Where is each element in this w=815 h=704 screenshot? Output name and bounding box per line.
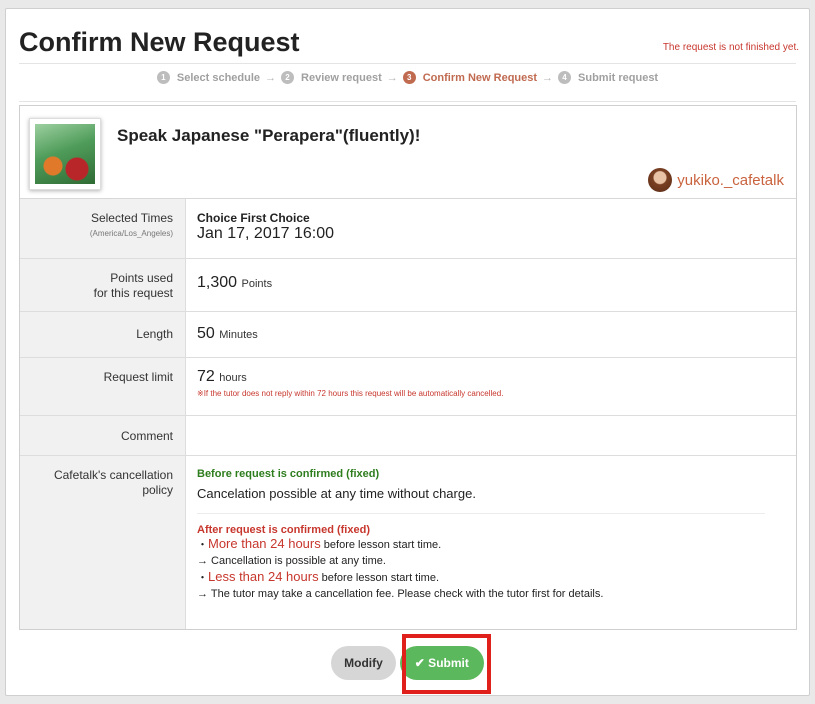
- row-label-text: Points used: [110, 271, 173, 285]
- step-confirm-request: 3 Confirm New Request: [402, 71, 538, 84]
- page-title: Confirm New Request: [19, 27, 300, 57]
- request-limit-label: Request limit: [20, 358, 186, 415]
- step-label: Confirm New Request: [422, 71, 538, 84]
- row-label-text: Selected Times: [90, 211, 173, 225]
- policy-line-more-than-24: ・More than 24 hours before lesson start …: [197, 536, 785, 553]
- step-label: Submit request: [578, 71, 659, 84]
- policy-line-less-than-24: ・Less than 24 hours before lesson start …: [197, 569, 785, 586]
- step-submit-request: 4 Submit request: [558, 71, 658, 84]
- policy-line-cancel-anytime: → Cancellation is possible at any time.: [197, 555, 386, 567]
- step-review-request: 2 Review request: [281, 71, 382, 84]
- points-value: 1,300 Points: [186, 259, 796, 311]
- policy-highlight: Less than 24 hours: [208, 569, 319, 584]
- cancellation-policy-label: Cafetalk's cancellation policy: [20, 456, 186, 629]
- selected-datetime: Jan 17, 2017 16:00: [197, 225, 335, 242]
- request-details-panel: Speak Japanese "Perapera"(fluently)! yuk…: [19, 105, 797, 630]
- title-divider: [19, 63, 796, 64]
- comment-value: [186, 416, 796, 455]
- policy-before-title: Before request is confirmed (fixed): [197, 468, 380, 480]
- lesson-header: Speak Japanese "Perapera"(fluently)! yuk…: [20, 106, 796, 199]
- step-number: 1: [156, 71, 170, 84]
- tutor-name: yukiko._cafetalk: [677, 171, 784, 189]
- comment-row: Comment: [20, 416, 796, 456]
- policy-before-text: Cancelation possible at any time without…: [197, 486, 476, 501]
- cancellation-policy-row: Cafetalk's cancellation policy Before re…: [20, 456, 796, 629]
- row-label-text: Cafetalk's cancellation: [53, 468, 173, 482]
- cancellation-policy-value: Before request is confirmed (fixed) Canc…: [186, 456, 796, 629]
- step-number: 4: [558, 71, 572, 84]
- progress-steps: 1 Select schedule → 2 Review request → 3…: [6, 71, 809, 84]
- request-limit-amount: 72: [197, 368, 215, 385]
- step-label: Select schedule: [176, 71, 261, 84]
- step-select-schedule: 1 Select schedule: [156, 71, 261, 84]
- lesson-title[interactable]: Speak Japanese "Perapera"(fluently)!: [117, 126, 420, 146]
- length-amount: 50: [197, 325, 215, 342]
- step-number: 3: [402, 71, 416, 84]
- step-label: Review request: [301, 71, 382, 84]
- request-limit-unit: hours: [219, 372, 247, 384]
- step-arrow-icon: →: [542, 71, 554, 84]
- policy-line-cancellation-fee: → The tutor may take a cancellation fee.…: [197, 588, 604, 600]
- selected-times-label: Selected Times (America/Los_Angeles): [20, 199, 186, 258]
- length-row: Length 50 Minutes: [20, 312, 796, 358]
- points-unit: Points: [241, 278, 273, 290]
- length-value: 50 Minutes: [186, 312, 796, 357]
- points-amount: 1,300: [197, 274, 238, 291]
- length-label: Length: [20, 312, 186, 357]
- policy-line-text: before lesson start time.: [320, 539, 442, 551]
- selected-times-value: Choice First Choice Jan 17, 2017 16:00: [186, 199, 796, 258]
- bullet: ・: [197, 539, 208, 551]
- bullet: ・: [197, 572, 208, 584]
- steps-divider: [19, 101, 796, 102]
- step-arrow-icon: →: [265, 71, 277, 84]
- policy-divider: [197, 513, 765, 514]
- row-label-text: policy: [142, 483, 173, 497]
- row-label-text: for this request: [93, 286, 173, 300]
- policy-line-text: before lesson start time.: [318, 572, 440, 584]
- tutor-link[interactable]: yukiko._cafetalk: [648, 168, 784, 192]
- points-label: Points used for this request: [20, 259, 186, 311]
- lesson-thumbnail-image: [35, 124, 95, 184]
- submit-highlight-box: [402, 634, 491, 694]
- tutor-avatar: [648, 168, 673, 192]
- comment-label: Comment: [20, 416, 186, 455]
- step-number: 2: [281, 71, 295, 84]
- modify-button[interactable]: Modify: [331, 646, 396, 680]
- request-limit-note: ※If the tutor does not reply within 72 h…: [197, 389, 504, 398]
- lesson-thumbnail[interactable]: [29, 118, 101, 190]
- length-unit: Minutes: [219, 329, 258, 341]
- request-card: Confirm New Request The request is not f…: [5, 8, 810, 696]
- selected-times-row: Selected Times (America/Los_Angeles) Cho…: [20, 199, 796, 259]
- request-limit-value: 72 hours ※If the tutor does not reply wi…: [186, 358, 796, 415]
- step-arrow-icon: →: [386, 71, 398, 84]
- points-row: Points used for this request 1,300 Point…: [20, 259, 796, 312]
- unfinished-note: The request is not finished yet.: [662, 42, 799, 53]
- policy-highlight: More than 24 hours: [208, 536, 321, 551]
- timezone-label: (America/Los_Angeles): [89, 229, 173, 238]
- request-limit-row: Request limit 72 hours ※If the tutor doe…: [20, 358, 796, 416]
- policy-after-title: After request is confirmed (fixed): [197, 524, 370, 536]
- choice-label: Choice First Choice: [197, 211, 310, 225]
